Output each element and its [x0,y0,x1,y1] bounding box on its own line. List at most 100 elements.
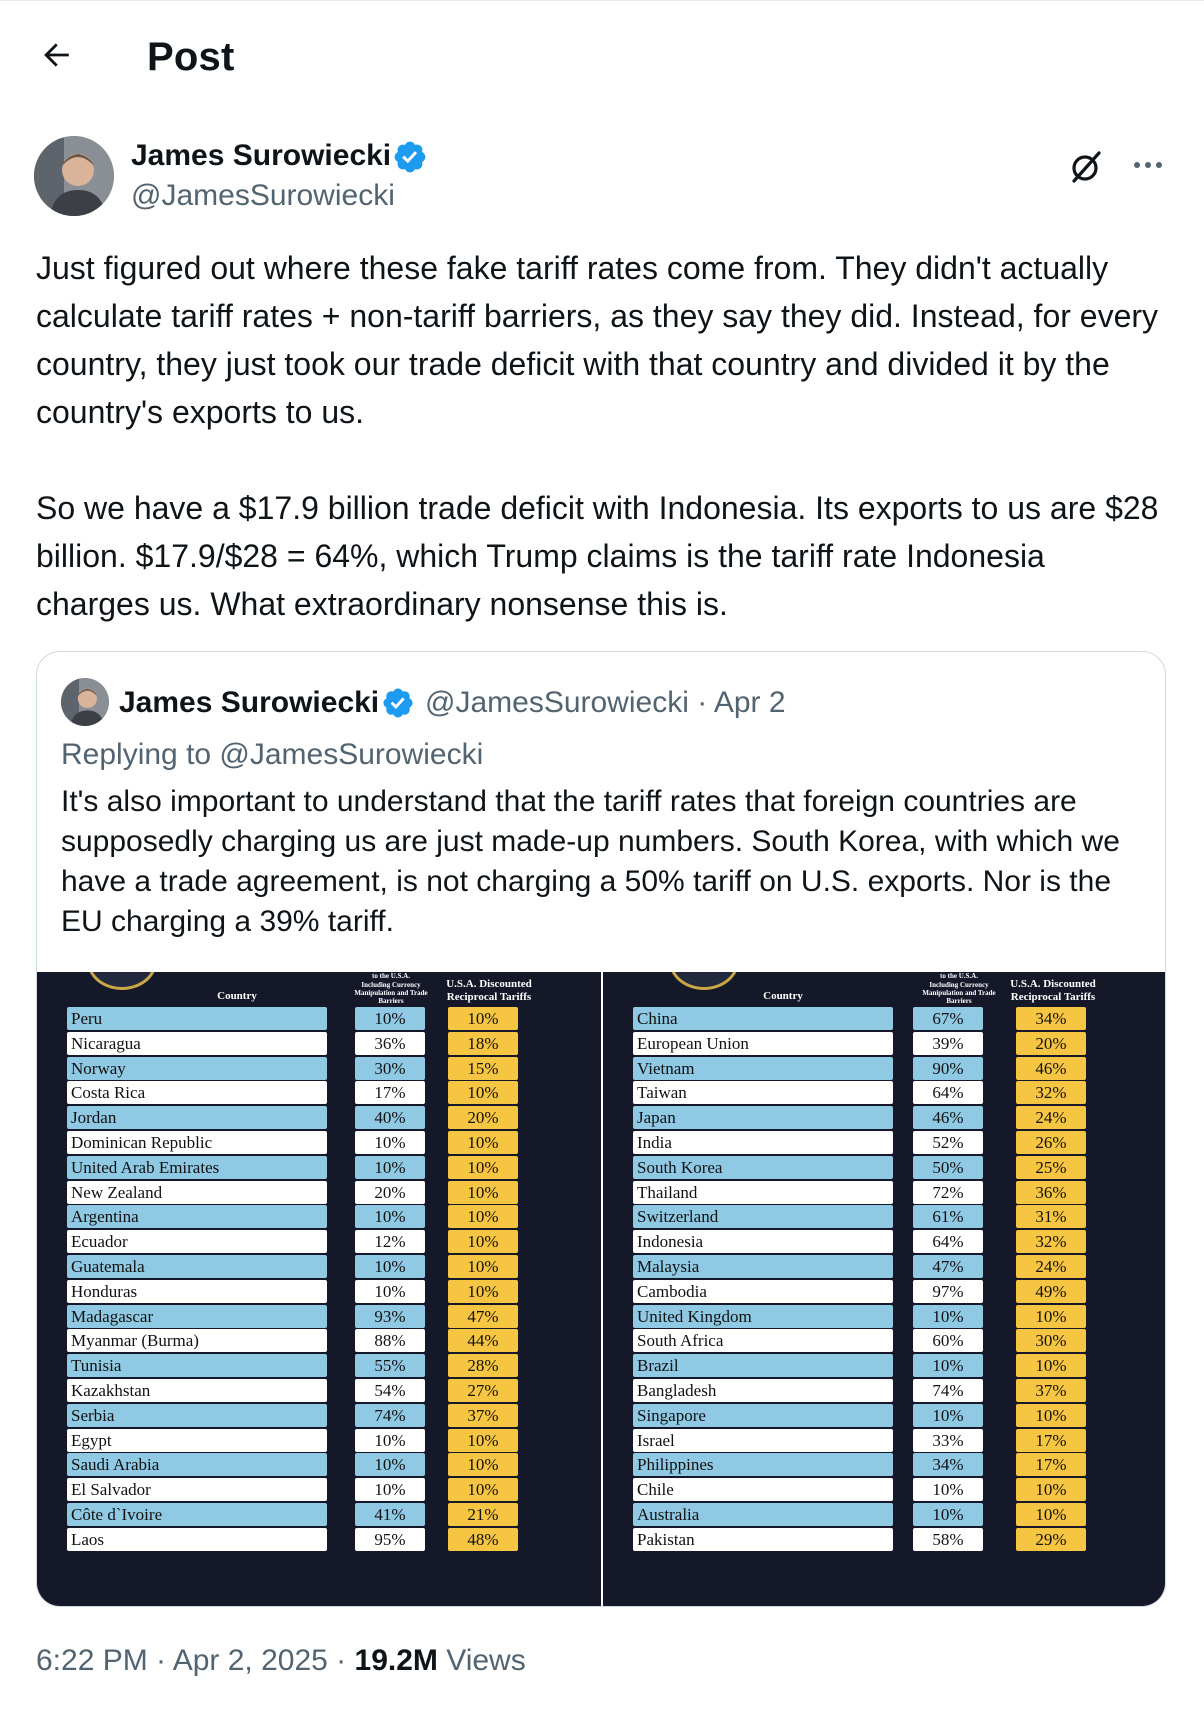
quote-media-image[interactable]: Country to the U.S.A. Including Currency… [37,972,1165,1606]
table-row: Saudi Arabia 10% 10% [37,1453,601,1477]
column-header-fragment: to the U.S.A. [940,972,978,980]
reciprocal-tariff-cell: 30% [1016,1329,1086,1353]
table-row: El Salvador 10% 10% [37,1478,601,1502]
table-row: Cambodia 97% 49% [603,1279,1165,1303]
charged-rate-cell: 17% [355,1081,425,1105]
charged-rate-cell: 47% [913,1255,983,1278]
country-cell: Philippines [633,1453,893,1477]
charged-rate-cell: 36% [355,1031,425,1055]
country-cell: Myanmar (Burma) [67,1329,327,1353]
charged-rate-cell: 10% [913,1403,983,1427]
charged-rate-cell: 55% [355,1354,425,1378]
table-row: India 52% 26% [603,1131,1165,1154]
charged-rate-cell: 67% [913,1007,983,1030]
country-cell: Egypt [67,1428,327,1452]
reciprocal-tariff-cell: 17% [1016,1453,1086,1477]
country-cell: Jordan [67,1106,327,1130]
country-cell: South Africa [633,1329,893,1353]
quoted-post[interactable]: James Surowiecki @JamesSurowiecki · Apr … [36,651,1166,1607]
table-row: Malaysia 47% 24% [603,1255,1165,1278]
country-cell: Brazil [633,1354,893,1378]
verified-badge-icon [383,688,413,718]
country-cell: Cambodia [633,1279,893,1303]
views-label: Views [437,1644,526,1677]
charged-rate-cell: 40% [355,1106,425,1130]
column-header-country: Country [217,990,257,1002]
country-cell: Japan [633,1106,893,1130]
charged-rate-cell: 30% [355,1056,425,1080]
column-header-reciprocal-line1: U.S.A. Discounted [1010,978,1096,990]
charged-rate-cell: 46% [913,1106,983,1130]
charged-rate-cell: 64% [913,1230,983,1254]
charged-rate-cell: 61% [913,1205,983,1229]
post-paragraph: Just figured out where these fake tariff… [36,250,1159,430]
table-row: Philippines 34% 17% [603,1453,1165,1477]
table-row: European Union 39% 20% [603,1031,1165,1055]
table-row: Côte d`Ivoire 41% 21% [37,1503,601,1526]
post-timestamp[interactable]: 6:22 PM · Apr 2, 2025 · [36,1644,355,1677]
charged-rate-cell: 39% [913,1031,983,1055]
table-row: Serbia 74% 37% [37,1403,601,1427]
reciprocal-tariff-cell: 10% [448,1428,518,1452]
back-button[interactable] [28,27,84,83]
country-cell: China [633,1007,893,1030]
table-row: Costa Rica 17% 10% [37,1081,601,1105]
country-cell: Switzerland [633,1205,893,1229]
charged-rate-cell: 10% [355,1007,425,1030]
charged-rate-cell: 88% [355,1329,425,1353]
charged-rate-cell: 10% [355,1255,425,1278]
reciprocal-tariff-cell: 26% [1016,1131,1086,1154]
charged-rate-cell: 10% [913,1503,983,1526]
author-name[interactable]: James Surowiecki [131,139,391,173]
table-row: Bangladesh 74% 37% [603,1379,1165,1402]
table-row: Israel 33% 17% [603,1428,1165,1452]
charged-rate-cell: 74% [355,1403,425,1427]
author-handle[interactable]: @JamesSurowiecki [131,179,395,213]
country-cell: Taiwan [633,1081,893,1105]
charged-rate-cell: 95% [355,1527,425,1551]
charged-rate-cell: 20% [355,1180,425,1204]
country-cell: European Union [633,1031,893,1055]
country-cell: Bangladesh [633,1379,893,1402]
verified-badge-icon [394,141,426,173]
table-row: Tunisia 55% 28% [37,1354,601,1378]
charged-rate-cell: 33% [913,1428,983,1452]
tariff-table-right: Country to the U.S.A. Including Currency… [603,972,1165,1606]
reciprocal-tariff-cell: 10% [1016,1304,1086,1328]
table-row: Taiwan 64% 32% [603,1081,1165,1105]
country-cell: Thailand [633,1180,893,1204]
charged-rate-cell: 10% [355,1428,425,1452]
reciprocal-tariff-cell: 10% [448,1478,518,1502]
reciprocal-tariff-cell: 28% [448,1354,518,1378]
table-row: Jordan 40% 20% [37,1106,601,1130]
reciprocal-tariff-cell: 15% [448,1056,518,1080]
reciprocal-tariff-cell: 10% [1016,1403,1086,1427]
page-header: Post [0,1,1204,113]
charged-rate-cell: 50% [913,1155,983,1179]
reciprocal-tariff-cell: 10% [1016,1354,1086,1378]
reciprocal-tariff-cell: 25% [1016,1155,1086,1179]
reciprocal-tariff-cell: 24% [1016,1255,1086,1278]
country-cell: Saudi Arabia [67,1453,327,1477]
country-cell: New Zealand [67,1180,327,1204]
reciprocal-tariff-cell: 21% [448,1503,518,1526]
reciprocal-tariff-cell: 10% [448,1205,518,1229]
table-row: Madagascar 93% 47% [37,1304,601,1328]
country-cell: Indonesia [633,1230,893,1254]
reciprocal-tariff-cell: 10% [448,1279,518,1303]
more-options-button[interactable] [1128,145,1168,185]
table-row: South Korea 50% 25% [603,1155,1165,1179]
country-cell: Côte d`Ivoire [67,1503,327,1526]
reciprocal-tariff-cell: 46% [1016,1056,1086,1080]
table-row: China 67% 34% [603,1007,1165,1030]
country-cell: Peru [67,1007,327,1030]
charged-rate-cell: 10% [355,1478,425,1502]
reciprocal-tariff-cell: 10% [448,1081,518,1105]
country-cell: Malaysia [633,1255,893,1278]
table-row: Dominican Republic 10% 10% [37,1131,601,1154]
country-cell: Dominican Republic [67,1131,327,1154]
charged-rate-cell: 10% [355,1131,425,1154]
avatar[interactable] [34,136,114,216]
country-cell: United Arab Emirates [67,1155,327,1179]
grok-button[interactable] [1066,147,1106,187]
